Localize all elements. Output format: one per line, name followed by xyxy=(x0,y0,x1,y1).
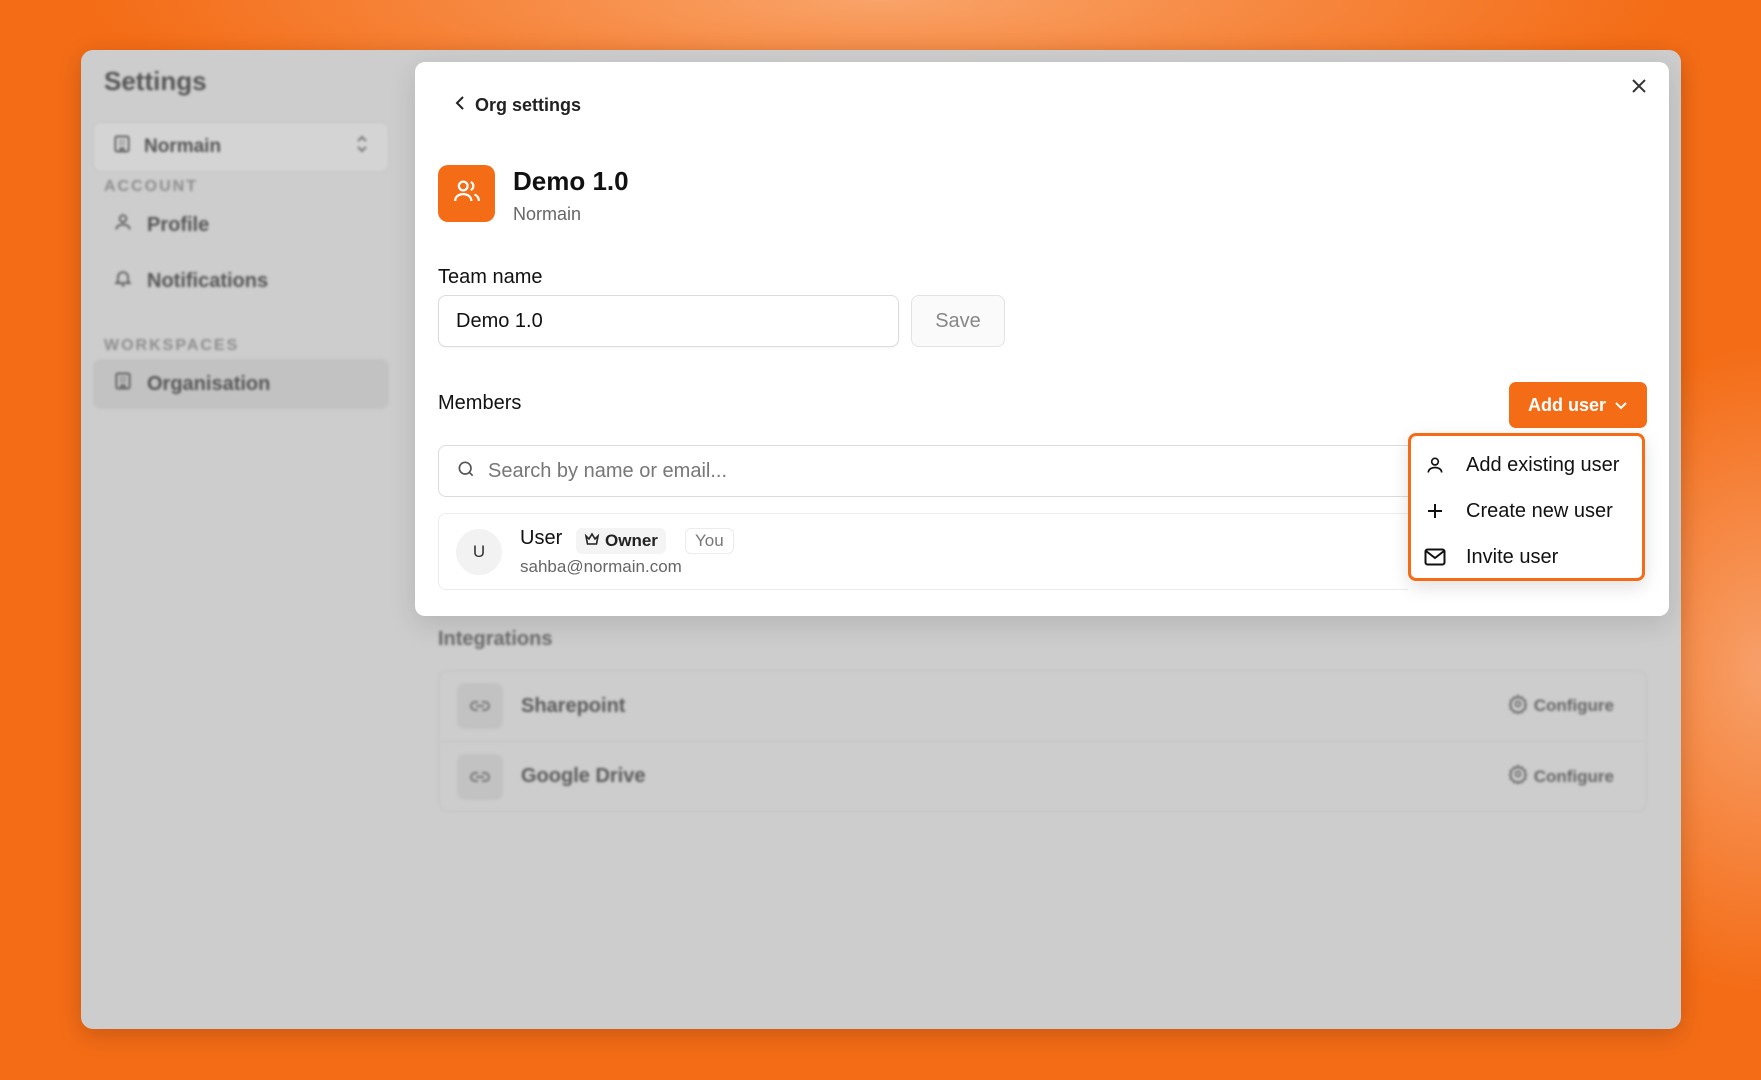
close-icon xyxy=(1630,77,1648,100)
sidebar-item-label: Notifications xyxy=(147,269,269,292)
sidebar-item-label: Profile xyxy=(147,213,210,236)
sidebar-item-notifications[interactable]: Notifications xyxy=(93,256,389,306)
add-user-button[interactable]: Add user xyxy=(1509,382,1647,428)
section-label-workspaces: WORKSPACES xyxy=(104,337,240,354)
menu-item-label: Invite user xyxy=(1466,545,1559,568)
plus-icon xyxy=(1424,502,1446,520)
configure-label: Configure xyxy=(1533,696,1614,715)
integration-row: Google Drive Configure xyxy=(439,741,1646,811)
owner-badge: Owner xyxy=(576,528,666,554)
team-avatar xyxy=(438,165,495,222)
search-icon xyxy=(456,459,476,484)
building-icon xyxy=(113,371,133,397)
users-icon xyxy=(452,176,482,211)
member-email: sahba@normain.com xyxy=(520,557,682,576)
add-user-label: Add user xyxy=(1527,394,1606,415)
integration-row: Sharepoint Configure xyxy=(439,671,1646,741)
integration-name: Google Drive xyxy=(521,765,646,787)
owner-badge-label: Owner xyxy=(605,531,658,550)
menu-item-add-existing-user[interactable]: Add existing user xyxy=(1411,442,1642,488)
sidebar-item-profile[interactable]: Profile xyxy=(93,200,389,250)
chevrons-up-down-icon xyxy=(354,135,370,159)
configure-button[interactable]: Configure xyxy=(1508,693,1614,719)
integrations-list: Sharepoint Configure Google Drive Config… xyxy=(438,670,1647,812)
sidebar-title: Settings xyxy=(104,66,207,96)
chevron-down-icon xyxy=(1614,395,1628,416)
close-button[interactable] xyxy=(1623,72,1655,104)
team-name-label: Team name xyxy=(438,266,543,288)
integration-name: Sharepoint xyxy=(521,694,626,717)
chevron-left-icon xyxy=(455,95,465,116)
crown-icon xyxy=(584,531,600,551)
member-name: User xyxy=(520,527,563,549)
configure-button[interactable]: Configure xyxy=(1508,764,1614,789)
search-input[interactable] xyxy=(488,459,1391,483)
team-org: Normain xyxy=(513,204,582,224)
menu-item-create-new-user[interactable]: Create new user xyxy=(1411,488,1642,534)
building-icon xyxy=(112,134,132,160)
save-button[interactable]: Save xyxy=(911,295,1005,347)
workspace-select[interactable]: Normain xyxy=(93,122,389,172)
team-title: Demo 1.0 xyxy=(513,166,629,196)
link-icon xyxy=(457,753,503,800)
team-name-input[interactable] xyxy=(438,295,899,347)
add-user-dropdown: Add existing user Create new user Invite… xyxy=(1408,433,1645,581)
members-label: Members xyxy=(438,392,522,414)
user-icon xyxy=(1424,455,1446,475)
user-icon xyxy=(113,212,133,238)
gear-icon xyxy=(1508,764,1528,789)
table-row: U User Owner You sahba@normain.com xyxy=(438,513,1408,590)
avatar: U xyxy=(456,529,502,575)
section-label-account: ACCOUNT xyxy=(104,178,198,195)
back-link-label: Org settings xyxy=(475,94,582,115)
sidebar-item-organisation[interactable]: Organisation xyxy=(93,359,389,409)
menu-item-label: Add existing user xyxy=(1466,453,1620,476)
gear-icon xyxy=(1508,693,1528,719)
link-icon xyxy=(457,683,503,729)
bell-icon xyxy=(113,268,133,294)
integrations-title: Integrations xyxy=(438,628,553,650)
menu-item-invite-user[interactable]: Invite user xyxy=(1411,534,1642,580)
mail-icon xyxy=(1424,548,1446,566)
back-link[interactable]: Org settings xyxy=(455,90,581,120)
member-search xyxy=(438,445,1408,497)
workspace-label: Normain xyxy=(144,136,222,157)
sidebar-item-label: Organisation xyxy=(147,372,271,395)
you-badge: You xyxy=(685,528,734,554)
configure-label: Configure xyxy=(1533,766,1614,786)
menu-item-label: Create new user xyxy=(1466,499,1613,522)
